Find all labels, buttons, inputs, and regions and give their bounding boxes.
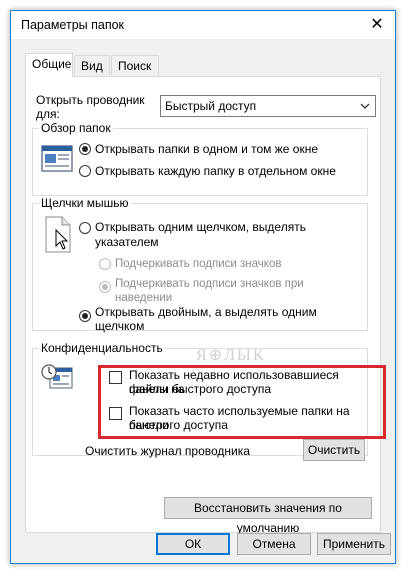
- radio-single-click[interactable]: [79, 222, 91, 234]
- apply-button[interactable]: Применить: [317, 533, 391, 555]
- open-explorer-value: Быстрый доступ: [165, 99, 257, 113]
- separate-window-label: Открывать каждую папку в отдельном окне: [95, 164, 336, 178]
- chevron-down-icon: [360, 103, 370, 109]
- tab-general[interactable]: Общие: [25, 53, 73, 77]
- open-explorer-select[interactable]: Быстрый доступ: [160, 95, 376, 117]
- privacy-icon: [41, 364, 73, 389]
- browse-folders-legend: Обзор папок: [39, 121, 113, 135]
- window-title: Параметры папок: [21, 18, 125, 32]
- highlight-box: [98, 365, 386, 439]
- restore-defaults-button[interactable]: Восстановить значения по умолчанию: [164, 497, 372, 535]
- double-click-label-1: Открывать двойным, а выделять одним: [95, 305, 317, 319]
- title-bar: Параметры папок ✕: [11, 11, 395, 39]
- privacy-legend: Конфиденциальность: [39, 341, 165, 355]
- ok-button[interactable]: ОК: [156, 533, 230, 555]
- tab-view[interactable]: Вид: [74, 55, 110, 75]
- tab-search[interactable]: Поиск: [111, 55, 159, 75]
- clear-history-button[interactable]: Очистить: [303, 439, 365, 461]
- underline-hover-label-1: Подчеркивать подписи значков при: [115, 278, 304, 290]
- underline-hover-label-2: наведении: [115, 292, 173, 304]
- close-icon[interactable]: ✕: [367, 15, 387, 35]
- single-click-label-2: указателем: [95, 235, 159, 249]
- pointer-icon: [45, 216, 71, 253]
- radio-double-click[interactable]: [79, 310, 91, 322]
- mouse-clicks-legend: Щелчки мышью: [39, 196, 131, 210]
- radio-separate-window[interactable]: [79, 165, 91, 177]
- mouse-clicks-group: Щелчки мышью Открывать одним щелчком, вы…: [32, 196, 368, 333]
- double-click-label-2: щелчком: [95, 319, 145, 333]
- folder-options-dialog: Параметры папок ✕ Общие Вид Поиск Открыт…: [10, 10, 396, 564]
- single-click-label-1: Открывать одним щелчком, выделять: [95, 220, 306, 234]
- radio-underline-always[interactable]: [99, 258, 111, 270]
- clear-history-label: Очистить журнал проводника: [85, 444, 250, 458]
- browse-folders-icon: [41, 145, 73, 172]
- watermark-logo: Я⊕ЛЫК: [196, 347, 266, 364]
- browse-folders-group: Обзор папок Открывать папки в одном и то…: [32, 121, 368, 196]
- same-window-label: Открывать папки в одном и том же окне: [95, 142, 318, 156]
- open-explorer-label: Открыть проводник для:: [36, 93, 145, 121]
- underline-always-label: Подчеркивать подписи значков: [115, 258, 282, 270]
- radio-same-window[interactable]: [79, 143, 91, 155]
- cancel-button[interactable]: Отмена: [237, 533, 311, 555]
- tab-page-general: Открыть проводник для: Быстрый доступ Об…: [25, 76, 386, 535]
- radio-underline-hover[interactable]: [99, 281, 111, 293]
